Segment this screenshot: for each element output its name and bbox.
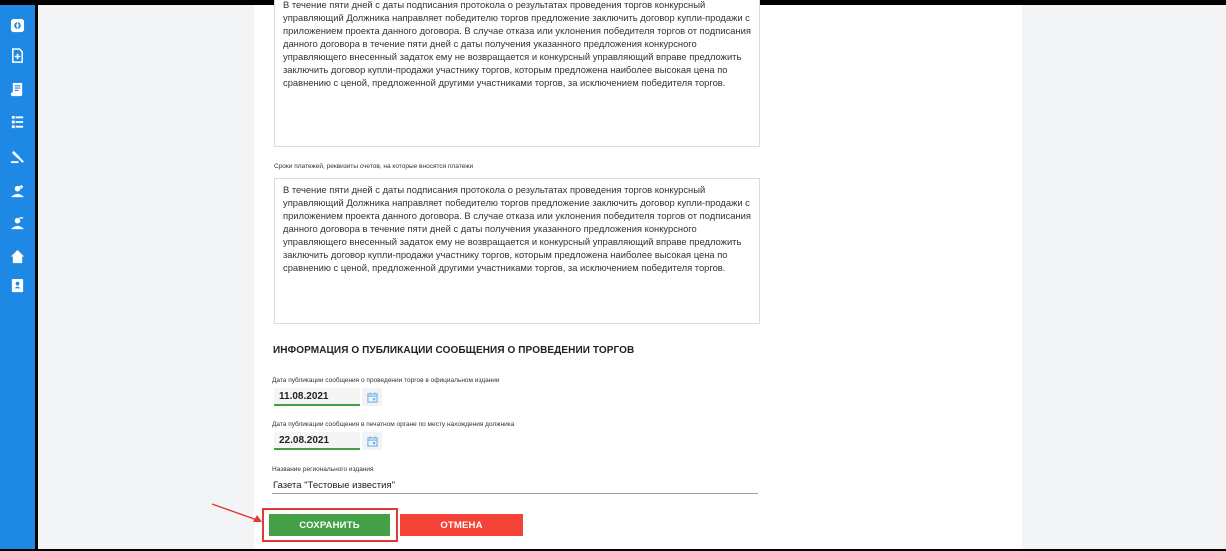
print-date-label: Дата публикации сообщения в печатном орг…: [272, 421, 515, 428]
person-plus-icon[interactable]: [9, 183, 26, 200]
annotation-arrow-icon: [211, 503, 262, 522]
regional-edition-input[interactable]: Газета "Тестовые известия": [272, 479, 758, 494]
official-date-input[interactable]: 11.08.2021: [274, 388, 360, 406]
save-button[interactable]: СОХРАНИТЬ: [269, 514, 390, 536]
scroll-icon[interactable]: [9, 81, 26, 98]
cancel-button[interactable]: ОТМЕНА: [400, 514, 523, 536]
calendar-icon[interactable]: [362, 432, 382, 450]
person-minus-icon[interactable]: [9, 215, 26, 232]
print-date-input[interactable]: 22.08.2021: [274, 432, 360, 450]
regional-edition-label: Название регионального издания: [272, 466, 374, 473]
official-date-label: Дата публикации сообщения о проведении т…: [272, 377, 500, 384]
home-icon[interactable]: [9, 248, 26, 265]
document-plus-icon[interactable]: [9, 47, 26, 64]
calendar-icon[interactable]: [362, 388, 382, 406]
list-icon[interactable]: [9, 114, 26, 131]
contacts-book-icon[interactable]: [9, 277, 26, 294]
payment-terms-label: Сроки платежей, реквизиты счетов, на кот…: [274, 163, 474, 170]
dashboard-icon[interactable]: [9, 17, 26, 34]
sidebar: [0, 5, 38, 549]
publication-section-title: ИНФОРМАЦИЯ О ПУБЛИКАЦИИ СООБЩЕНИЯ О ПРОВ…: [273, 345, 635, 356]
gavel-icon[interactable]: [9, 148, 26, 165]
payment-terms-textarea[interactable]: В течение пяти дней с даты подписания пр…: [274, 178, 760, 324]
conditions-textarea[interactable]: В течение пяти дней с даты подписания пр…: [274, 0, 760, 147]
